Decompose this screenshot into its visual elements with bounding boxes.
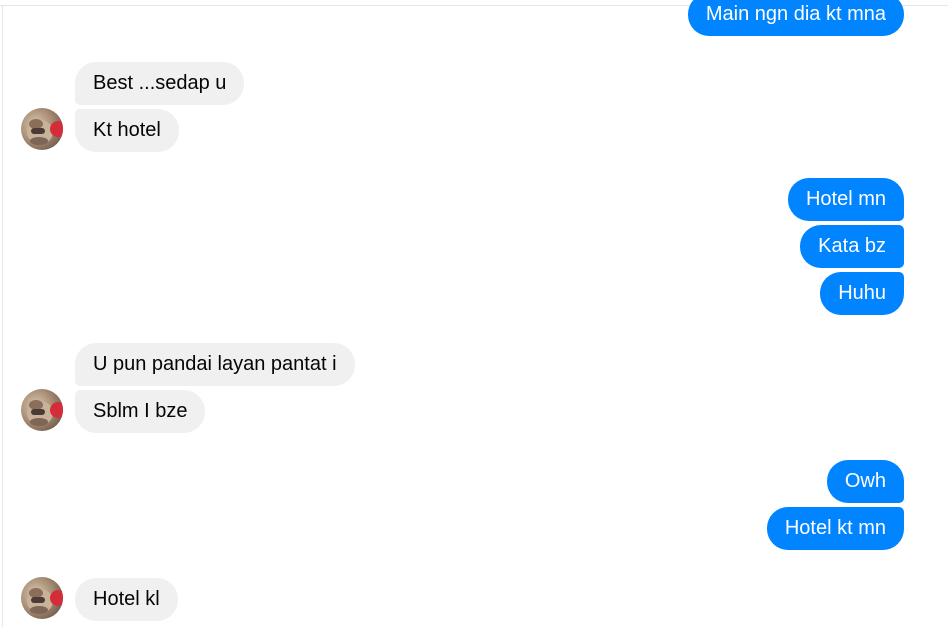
- avatar-image: [27, 400, 63, 426]
- message-outgoing[interactable]: Hotel mn: [787, 178, 904, 221]
- avatar-image: [27, 588, 63, 614]
- contact-avatar-icon[interactable]: [21, 108, 63, 150]
- left-divider: [2, 6, 3, 627]
- message-outgoing[interactable]: Kata bz: [800, 225, 904, 268]
- message-incoming[interactable]: Best ...sedap u: [75, 62, 245, 105]
- message-outgoing[interactable]: Huhu: [820, 272, 904, 315]
- avatar-image: [27, 119, 63, 145]
- contact-avatar-icon[interactable]: [21, 577, 63, 619]
- message-outgoing[interactable]: Owh: [826, 460, 904, 503]
- message-incoming[interactable]: Kt hotel: [75, 109, 179, 152]
- message-outgoing[interactable]: Main ngn dia kt mna: [687, 0, 904, 36]
- message-incoming[interactable]: Hotel kl: [75, 578, 178, 621]
- message-incoming[interactable]: Sblm I bze: [75, 390, 206, 433]
- chat-thread: Main ngn dia kt mna Best ...sedap u Kt h…: [0, 0, 948, 627]
- message-outgoing[interactable]: Hotel kt mn: [766, 507, 904, 550]
- contact-avatar-icon[interactable]: [21, 389, 63, 431]
- message-incoming[interactable]: U pun pandai layan pantat i: [75, 343, 355, 386]
